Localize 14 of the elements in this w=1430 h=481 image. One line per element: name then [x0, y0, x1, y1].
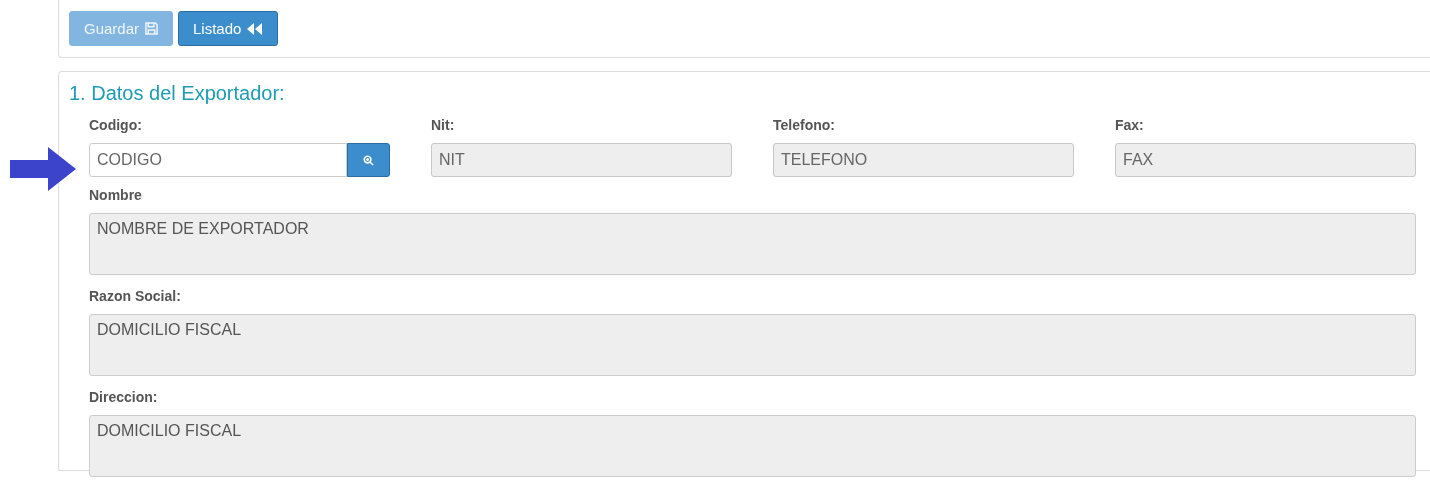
field-label: Fax: [1115, 117, 1145, 133]
search-icon [363, 154, 374, 166]
field-label: Codigo: [89, 117, 143, 133]
field-label: Razon Social: [89, 288, 182, 304]
field-label: Telefono: [773, 117, 836, 133]
field-label: Direccion: [89, 389, 159, 405]
search-button[interactable] [347, 143, 390, 177]
pointer-arrow-icon [10, 147, 76, 191]
field-label: Nit: [431, 117, 456, 133]
list-button[interactable]: Listado [178, 11, 279, 46]
double-left-arrow-icon [247, 22, 264, 35]
section-title: 1. Datos del Exportador: [69, 82, 286, 105]
field-label: Nombre [89, 187, 143, 203]
input-field[interactable]: CODIGO [89, 143, 347, 177]
